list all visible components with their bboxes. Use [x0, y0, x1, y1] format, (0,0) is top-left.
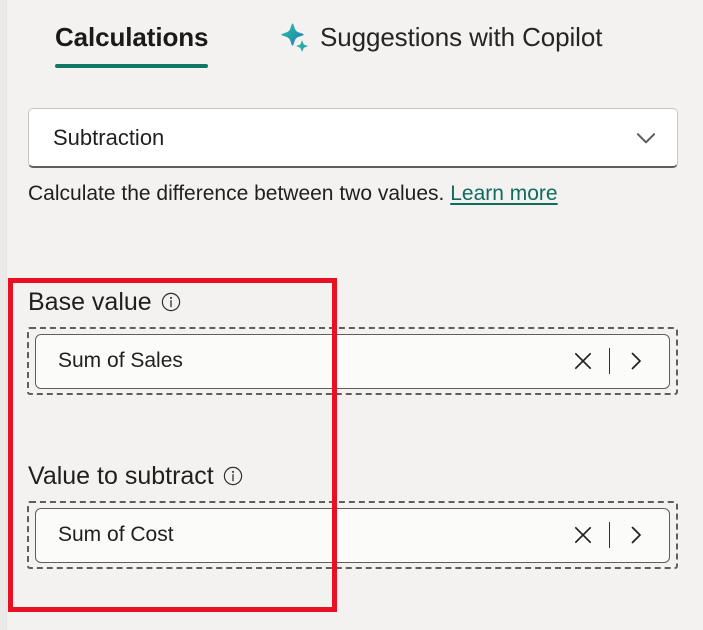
base-value-drop-target[interactable]: Sum of Sales	[27, 327, 678, 395]
close-icon[interactable]	[566, 344, 600, 378]
value-to-subtract-field[interactable]: Sum of Cost	[35, 507, 670, 563]
tab-calculations-label: Calculations	[55, 22, 209, 52]
learn-more-link[interactable]: Learn more	[450, 182, 557, 205]
base-value-field-actions	[566, 344, 653, 378]
base-value-label: Base value	[28, 288, 152, 316]
value-to-subtract-label: Value to subtract	[28, 462, 214, 490]
field-group-base-value: Base value Sum of Sales	[27, 286, 678, 395]
value-to-subtract-heading: Value to subtract	[28, 460, 678, 492]
value-to-subtract-field-text: Sum of Cost	[58, 523, 174, 546]
base-value-field-text: Sum of Sales	[58, 349, 183, 372]
chevron-right-icon[interactable]	[619, 344, 653, 378]
tab-suggestions-label: Suggestions with Copilot	[320, 22, 603, 52]
base-value-heading: Base value	[28, 286, 678, 318]
close-icon[interactable]	[566, 518, 600, 552]
calculation-type-dropdown[interactable]: Subtraction	[28, 108, 678, 168]
calculation-description: Calculate the difference between two val…	[28, 180, 558, 208]
field-action-divider	[609, 522, 610, 548]
pane-left-edge	[0, 0, 7, 630]
value-to-subtract-drop-target[interactable]: Sum of Cost	[27, 501, 678, 569]
info-circle-icon[interactable]	[161, 292, 181, 312]
copilot-sparkle-icon	[280, 22, 310, 52]
chevron-down-icon[interactable]	[633, 125, 659, 151]
calculations-pane: Calculations Suggestions with Copilot Su…	[0, 0, 703, 630]
chevron-right-icon[interactable]	[619, 518, 653, 552]
field-action-divider	[609, 348, 610, 374]
calculation-description-text: Calculate the difference between two val…	[28, 182, 445, 205]
tab-calculations[interactable]: Calculations	[55, 20, 209, 54]
tab-suggestions-with-copilot[interactable]: Suggestions with Copilot	[280, 20, 602, 54]
active-tab-underline	[55, 64, 208, 68]
tab-strip: Calculations Suggestions with Copilot	[8, 0, 703, 84]
info-circle-icon[interactable]	[223, 466, 243, 486]
base-value-field[interactable]: Sum of Sales	[35, 333, 670, 389]
value-to-subtract-field-actions	[566, 518, 653, 552]
field-group-value-to-subtract: Value to subtract Sum of Cost	[27, 460, 678, 569]
calculation-type-value: Subtraction	[53, 124, 165, 150]
